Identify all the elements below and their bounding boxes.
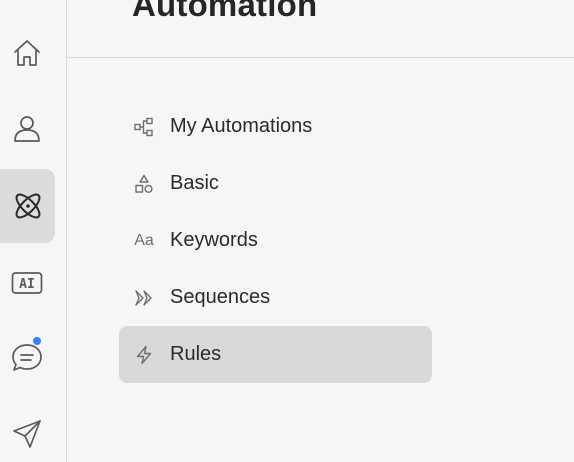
page-title: Automation <box>132 0 318 23</box>
menu-item-sequences[interactable]: Sequences <box>119 269 432 326</box>
text-aa-icon: Aa <box>134 231 154 249</box>
automation-menu: My Automations Basic Aa Keywords Sequenc… <box>119 98 432 383</box>
rail-ai-button[interactable]: AI <box>0 255 54 309</box>
rail-chat-button[interactable] <box>0 330 54 384</box>
shapes-icon <box>133 173 155 195</box>
double-chevron-icon <box>133 287 155 309</box>
rail-contacts-button[interactable] <box>0 101 54 155</box>
menu-item-rules[interactable]: Rules <box>119 326 432 383</box>
menu-item-label: My Automations <box>170 115 313 137</box>
unread-badge <box>33 337 41 345</box>
ai-icon: AI <box>11 272 43 294</box>
menu-item-my-automations[interactable]: My Automations <box>119 98 432 155</box>
page-header: Automation <box>67 0 574 58</box>
flow-icon <box>133 116 155 138</box>
home-icon <box>14 40 40 66</box>
rail-broadcast-button[interactable] <box>0 407 54 461</box>
menu-item-basic[interactable]: Basic <box>119 155 432 212</box>
send-icon <box>13 420 41 448</box>
menu-item-label: Sequences <box>170 286 271 308</box>
atom-icon <box>15 193 40 219</box>
rail-automation-button[interactable] <box>0 169 55 243</box>
app-window: AI Automation My Automations Basic Aa Ke… <box>0 0 574 462</box>
lightning-icon <box>133 344 155 366</box>
chat-icon <box>12 344 42 371</box>
svg-text:AI: AI <box>19 277 35 292</box>
main-panel: Automation My Automations Basic Aa Keywo… <box>67 0 574 462</box>
menu-item-keywords[interactable]: Aa Keywords <box>119 212 432 269</box>
menu-item-label: Basic <box>170 172 219 194</box>
user-icon <box>14 116 40 142</box>
menu-item-label: Rules <box>170 343 222 365</box>
icon-rail: AI <box>0 0 67 462</box>
rail-home-button[interactable] <box>0 26 54 80</box>
menu-item-label: Keywords <box>170 229 258 251</box>
